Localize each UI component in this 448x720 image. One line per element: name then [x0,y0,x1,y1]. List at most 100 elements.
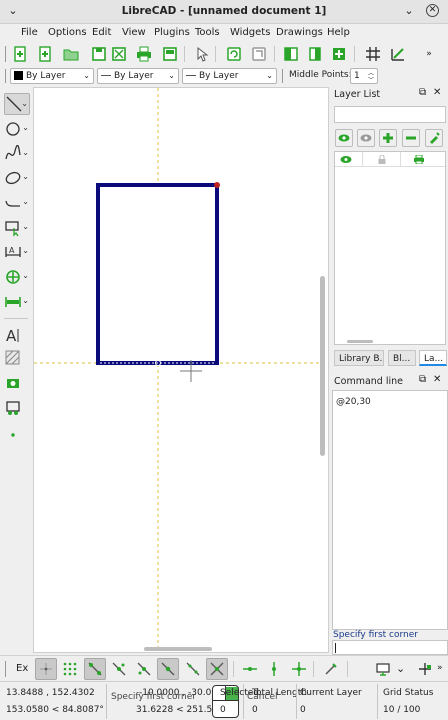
print-preview-icon[interactable] [161,45,179,63]
restrict-orthogonal-icon[interactable] [288,658,310,680]
middle-points-value: 1 [354,71,360,81]
snap-center-icon[interactable] [133,658,155,680]
minimize-chevron-down-icon[interactable]: ⌄ [402,4,416,18]
add-layer-icon[interactable] [330,45,348,63]
line-width-select[interactable]: By Layer ⌄ [97,68,179,84]
middle-points-spinbox[interactable]: 1 ︿ ﹀ [350,68,378,84]
print-icon[interactable] [135,45,153,63]
menu-plugins[interactable]: Plugins [154,27,190,38]
chevron-down-icon[interactable]: ⌄ [396,662,405,675]
chevron-down-icon: ⌄ [21,99,28,108]
screen-monitor-icon[interactable] [372,658,394,680]
modify-tool[interactable]: ⌄ [4,266,30,288]
snap-to-plus-icon[interactable] [414,658,436,680]
line-type-select-value: By Layer [199,71,239,81]
main-toolbar: » [0,42,448,66]
selected-value: 0 [220,705,226,715]
line-type-select[interactable]: By Layer ⌄ [182,68,277,84]
menu-drawings[interactable]: Drawings [276,27,323,38]
menu-help[interactable]: Help [327,27,350,38]
menu-widgets[interactable]: Widgets [230,27,270,38]
drawing-canvas[interactable] [33,87,329,653]
snap-endpoint-icon[interactable] [84,658,106,680]
hide-all-layers-eye-icon[interactable] [357,129,375,147]
image-tool[interactable] [4,372,30,394]
chevron-down-icon: ⌄ [22,271,29,280]
remove-layer-minus-icon[interactable] [402,129,420,147]
snap-intersection-icon[interactable] [206,658,228,680]
chevron-down-icon: ⌄ [22,148,29,157]
menu-tools[interactable]: Tools [195,27,220,38]
close-icon[interactable]: ✕ [433,87,441,98]
layer-table-scrollbar[interactable] [347,340,373,343]
grid-icon[interactable] [364,45,382,63]
float-icon[interactable]: ⧉ [419,87,426,98]
horizontal-scrollbar[interactable] [144,647,212,651]
spline-tool[interactable]: ⌄ [4,143,30,165]
snap-exclusive-label[interactable]: Ex [16,663,28,674]
chevron-down-icon: ⌄ [22,123,29,132]
toolbar-overflow-icon[interactable]: » [420,45,438,63]
ellipse-tool[interactable]: ⌄ [4,167,30,189]
block-insert-tool[interactable] [4,397,30,419]
point-tool[interactable] [4,422,30,444]
dimension-tool[interactable]: A ⌄ [4,241,30,263]
vertical-scrollbar[interactable] [320,276,325,456]
spin-arrows-icon[interactable]: ︿ ﹀ [368,70,374,83]
snap-grid-icon[interactable] [59,658,81,680]
measure-tool[interactable]: ⌄ [4,291,30,313]
float-icon[interactable]: ⧉ [419,374,426,385]
show-all-layers-eye-icon[interactable] [335,129,353,147]
relative-zero-icon[interactable] [320,658,342,680]
layer-icon[interactable] [306,45,324,63]
menu-options[interactable]: Options [48,27,87,38]
draft-mode-icon[interactable] [389,45,407,63]
command-input[interactable] [332,640,448,655]
close-icon[interactable]: ✕ [433,374,441,385]
absolute-polar-coordinates: 153.0580 < 84.8087° [6,705,104,715]
close-icon[interactable]: ✕ [426,4,439,17]
polyline-tool[interactable]: ⌄ [4,192,30,214]
new-document-icon[interactable] [11,45,29,63]
open-folder-icon[interactable] [62,45,80,63]
select-pointer-icon[interactable] [192,45,210,63]
save-icon[interactable] [90,45,108,63]
new-from-template-icon[interactable] [36,45,54,63]
layer-list-title: Layer List [334,89,381,100]
status-prompt: Specify first corner [111,692,196,702]
snap-free-icon[interactable] [35,658,57,680]
add-layer-plus-icon[interactable] [379,129,397,147]
line-tool[interactable]: ⌄ [4,93,30,115]
restrict-vertical-icon[interactable] [263,658,285,680]
layer-search-input[interactable] [334,106,446,123]
undo-icon[interactable] [225,45,243,63]
tab-layer-list[interactable]: La... [419,350,447,366]
text-caret [335,643,336,653]
menu-file[interactable]: File [21,27,38,38]
select-tool[interactable]: ⌄ [4,217,30,239]
corner-marker [214,182,220,188]
block-icon[interactable] [282,45,300,63]
text-tool[interactable]: A [4,324,30,346]
menu-edit[interactable]: Edit [92,27,111,38]
save-as-icon[interactable] [110,45,128,63]
snap-on-entity-icon[interactable] [108,658,130,680]
status-bar: 13.8488 , 152.4302 153.0580 < 84.8087° -… [0,681,448,720]
circle-tool[interactable]: ⌄ [4,118,30,140]
snap-middle-icon[interactable] [157,658,179,680]
color-select[interactable]: By Layer ⌄ [10,68,94,84]
hatch-tool[interactable] [4,347,30,369]
edit-layer-icon[interactable] [425,129,443,147]
tab-library-browser[interactable]: Library B... [334,350,384,366]
tools-toolbar: ⌄ ⌄ ⌄ ⌄ ⌄ ⌄ A ⌄ ⌄ ⌄ A [0,89,33,649]
tab-block-list[interactable]: Bl... [388,350,416,366]
color-swatch [14,71,23,80]
snap-distance-icon[interactable] [182,658,204,680]
toolbar-overflow-icon[interactable]: » [437,663,443,673]
layer-list-dock: Layer List ⧉ ✕ Library B... Bl... La... [332,87,448,377]
redo-icon[interactable] [250,45,268,63]
chevron-down-icon: ⌄ [83,71,90,80]
menu-view[interactable]: View [122,27,146,38]
restrict-horizontal-icon[interactable] [239,658,261,680]
svg-text:A: A [6,327,17,344]
